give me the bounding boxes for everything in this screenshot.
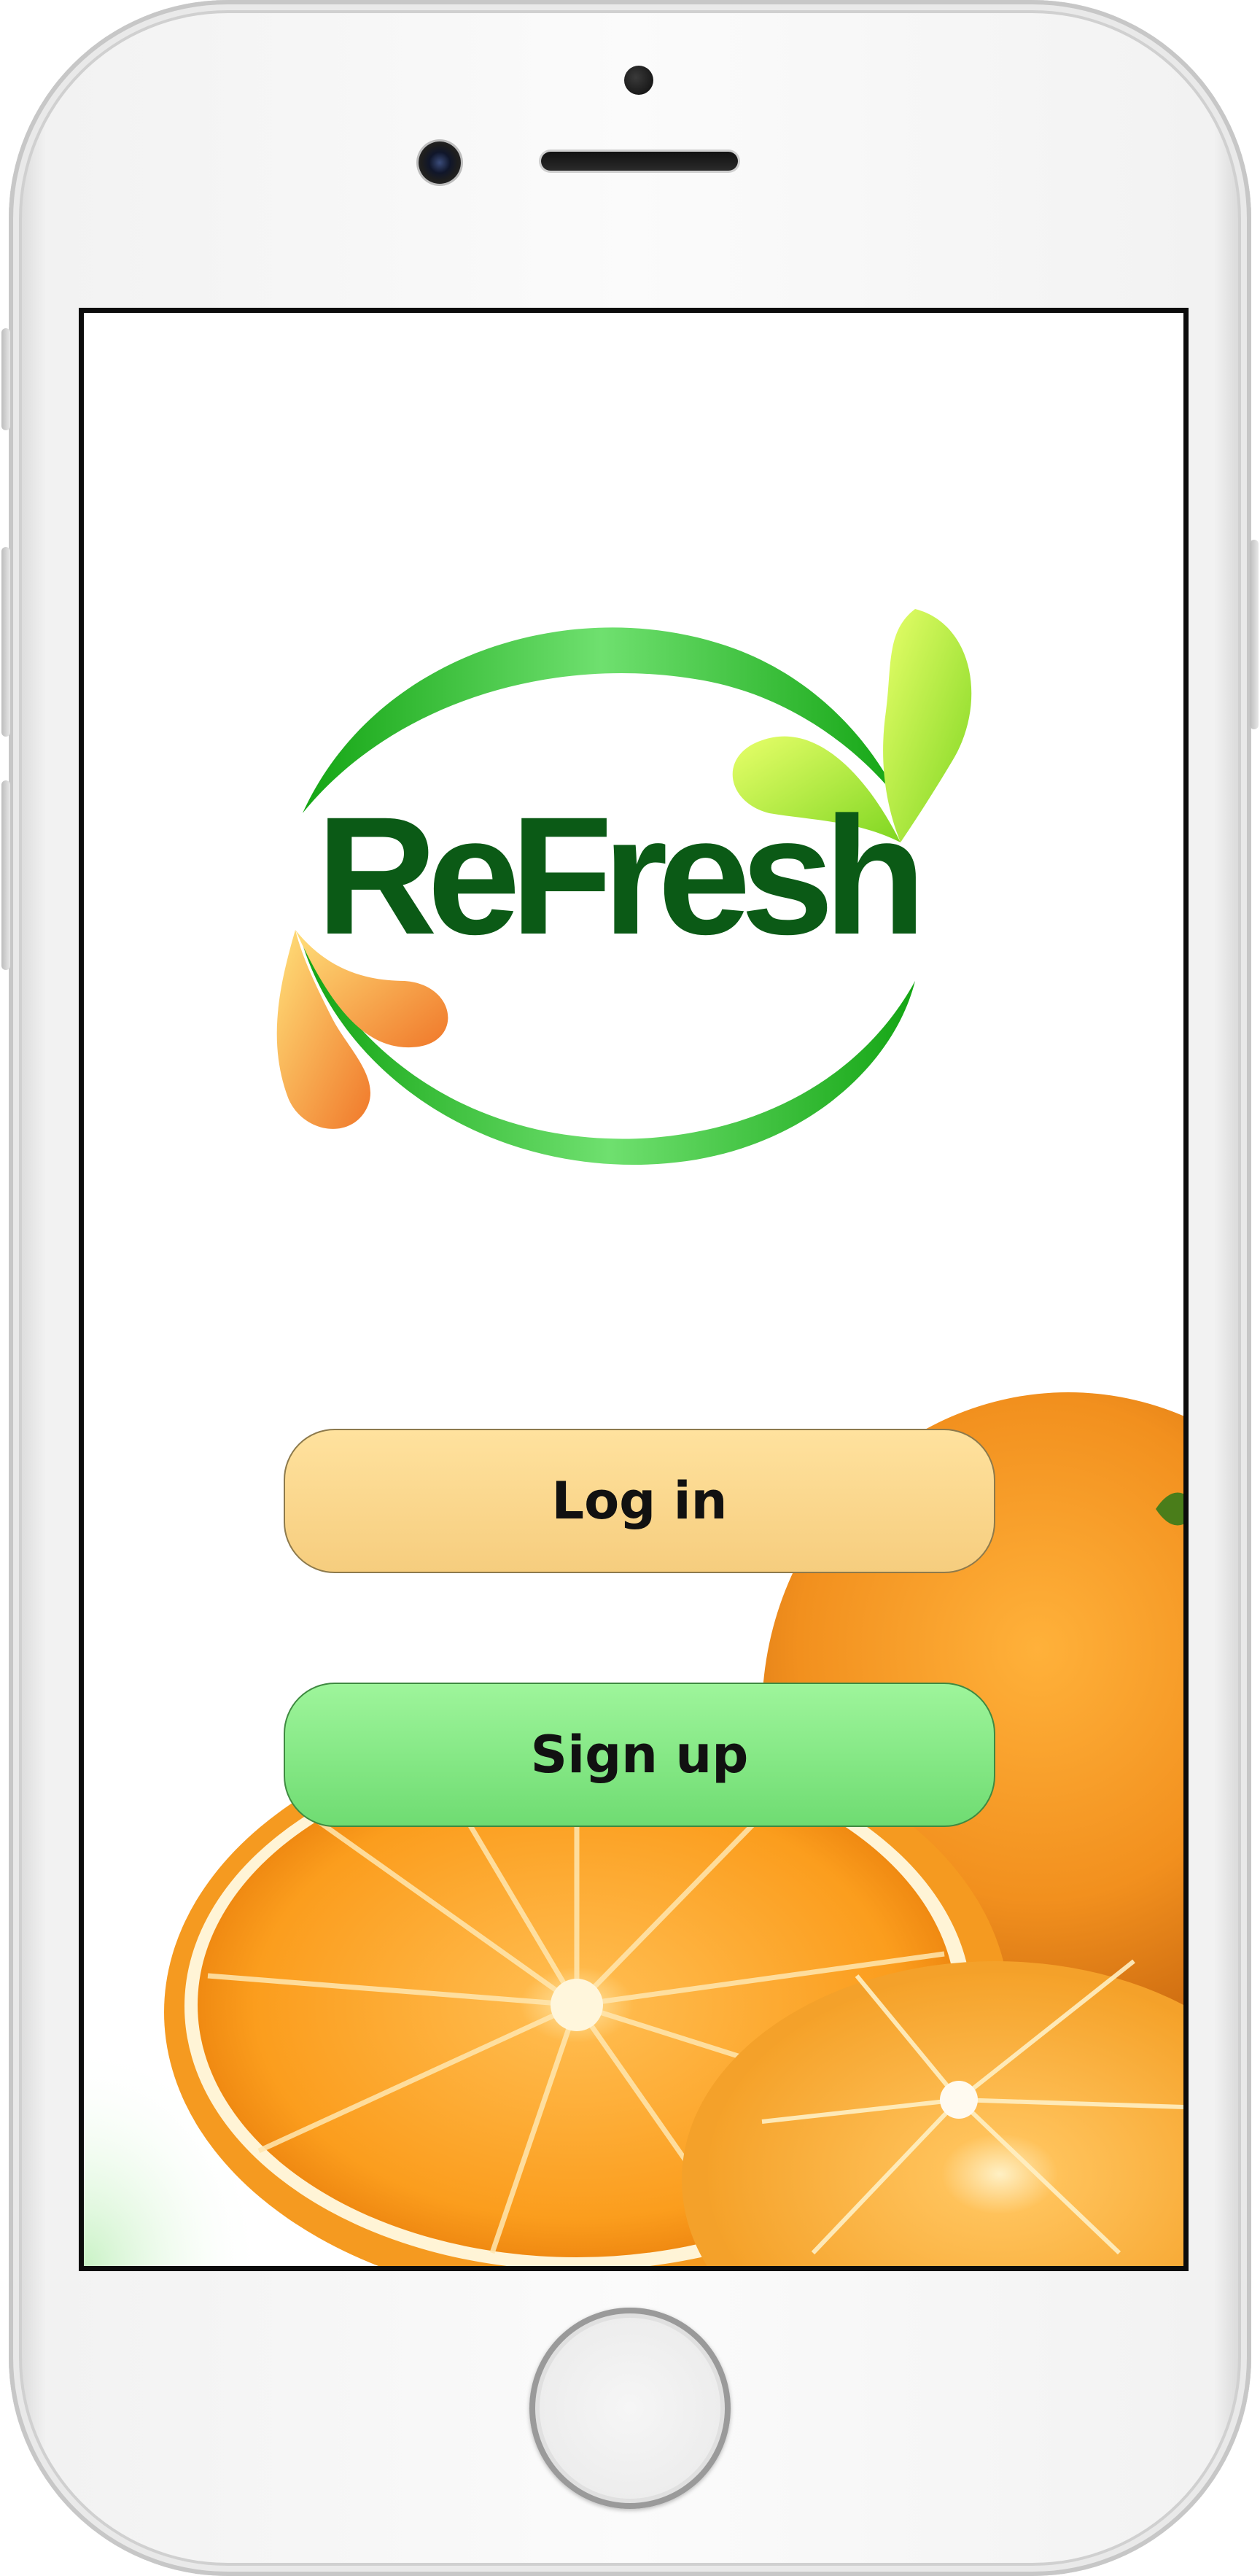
login-button[interactable]: Log in <box>284 1429 995 1573</box>
welcome-screen: ReFresh Log in Sign up <box>84 313 1183 2266</box>
mute-switch <box>1 328 10 430</box>
login-button-label: Log in <box>551 1471 728 1531</box>
power-button <box>1250 540 1259 729</box>
volume-up-button <box>1 547 10 737</box>
brand-wordmark: ReFresh <box>316 782 917 969</box>
signup-button[interactable]: Sign up <box>284 1683 995 1827</box>
phone-screen: ReFresh Log in Sign up <box>79 308 1189 2271</box>
earpiece-speaker <box>541 152 738 171</box>
home-button[interactable] <box>529 2308 731 2509</box>
proximity-sensor <box>624 66 653 95</box>
front-camera <box>419 141 461 184</box>
refresh-logo: ReFresh <box>276 609 972 1165</box>
signup-button-label: Sign up <box>530 1725 749 1785</box>
volume-down-button <box>1 780 10 970</box>
